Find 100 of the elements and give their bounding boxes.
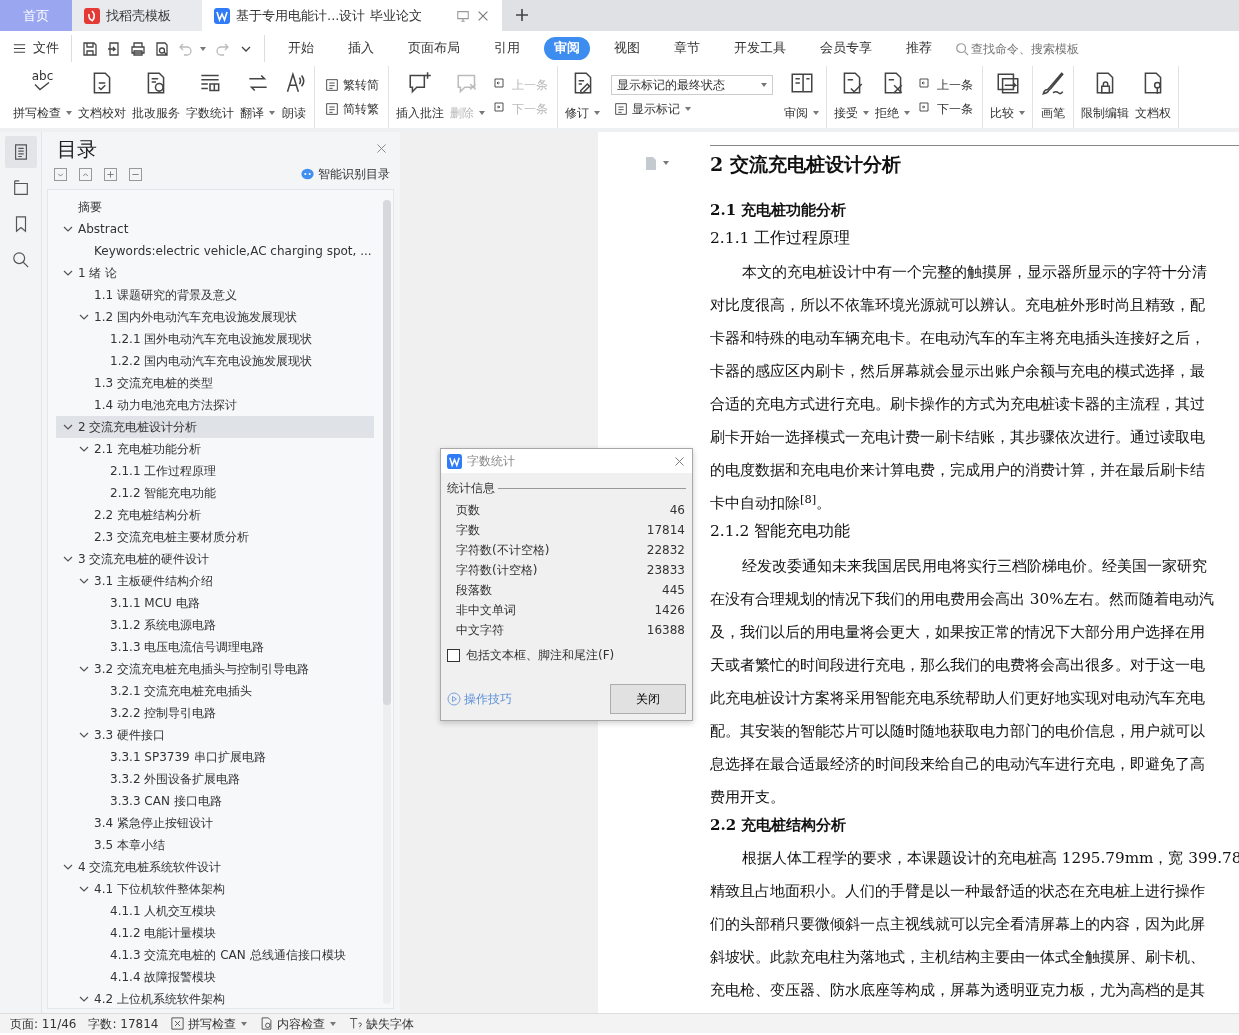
ribbon-button[interactable]: abc 拼写检查 [10,66,75,128]
outline-item[interactable]: 1 绪 论 [56,262,374,284]
file-menu-button[interactable]: 文件 [12,39,59,58]
ribbon-button[interactable]: 比较 [987,66,1028,128]
ribbon-button[interactable]: 朗读 [278,66,310,128]
outline-item[interactable]: 3.4 紧急停止按钮设计 [56,812,374,834]
outline-item[interactable]: 3.5 本章小结 [56,834,374,856]
ribbon-button[interactable]: 修订 [562,66,603,128]
collapse-button[interactable] [79,167,92,181]
outline-item[interactable]: 4.2 上位机系统软件架构 [56,988,374,1008]
ribbon-button[interactable]: 翻译 [237,66,278,128]
new-tab-plus-icon[interactable] [514,7,530,23]
outline-item[interactable]: 4 交流充电桩系统软件设计 [56,856,374,878]
print-preview-icon[interactable] [154,40,170,57]
outline-item[interactable]: 3.3 硬件接口 [56,724,374,746]
outline-item[interactable]: Keywords:electric vehicle,AC charging spot, ... [56,240,374,262]
outline-item[interactable]: 2.2 充电桩结构分析 [56,504,374,526]
outline-item[interactable]: 2.1 充电桩功能分析 [56,438,374,460]
stat-value: 22832 [646,542,685,559]
outline-item[interactable]: 摘要 [56,196,374,218]
ribbon-button[interactable]: 拒绝 [872,66,913,128]
outline-item[interactable]: 3 交流充电桩的硬件设计 [56,548,374,570]
document-arrow-icon[interactable] [106,40,122,57]
ribbon-small-button[interactable]: 简转繁 [322,99,381,119]
outline-item[interactable]: Abstract [56,218,374,240]
outline-item[interactable]: 4.1.4 故障报警模块 [56,966,374,988]
browser-tab[interactable]: 基于专用电能计...设计 毕业论文 [202,0,502,31]
scrollbar-thumb[interactable] [383,200,391,705]
outline-item[interactable]: 2.1.1 工作过程原理 [56,460,374,482]
plus-button[interactable] [104,167,117,181]
ribbon-tab[interactable]: 插入 [338,37,384,60]
ribbon-tab[interactable]: 页面布局 [398,37,470,60]
close-icon [673,454,686,468]
outline-item[interactable]: 3.1.2 系统电源电路 [56,614,374,636]
outline-item[interactable]: 3.1 主板硬件结构介绍 [56,570,374,592]
status-button[interactable]: 拼写检查 [170,1014,248,1033]
ribbon-small-button[interactable]: 繁转简 [322,75,381,95]
document-search-icon [259,1016,275,1031]
expand-button[interactable] [54,167,67,181]
outline-item[interactable]: 1.2.2 国内电动汽车充电设施发展现状 [56,350,374,372]
ribbon-button[interactable]: 审阅 [781,66,822,128]
ribbon-small-button[interactable]: 上一条 [916,75,975,95]
outline-item[interactable]: 1.4 动力电池充电方法探讨 [56,394,374,416]
outline-item[interactable]: 3.1.1 MCU 电路 [56,592,374,614]
ribbon-button[interactable]: 字数统计 [183,66,237,128]
outline-item[interactable]: 1.3 交流充电桩的类型 [56,372,374,394]
outline-item[interactable]: 3.1.3 电压电流信号调理电路 [56,636,374,658]
outline-item[interactable]: 4.1.2 电能计量模块 [56,922,374,944]
outline-item[interactable]: 4.1.3 交流充电桩的 CAN 总线通信接口模块 [56,944,374,966]
status-button[interactable]: 内容检查 [259,1014,337,1033]
outline-item[interactable]: 4.1.1 人机交互模块 [56,900,374,922]
minus-button[interactable] [129,167,142,181]
heading: 2.1.1 工作过程原理 [710,228,852,249]
outline-item[interactable]: 1.2.1 国外电动汽车充电设施发展现状 [56,328,374,350]
outline-item[interactable]: 1.2 国内外电动汽车充电设施发展现状 [56,306,374,328]
side-panel-button[interactable] [4,136,37,168]
outline-item[interactable]: 2.3 交流充电桩主要材质分析 [56,526,374,548]
stat-value: 17814 [646,522,685,539]
outline-item[interactable]: 3.3.3 CAN 接口电路 [56,790,374,812]
show-markup-button[interactable]: 显示标记 [611,99,773,119]
outline-item[interactable]: 4.1 下位机软件整体架构 [56,878,374,900]
ribbon-button[interactable]: 画笔 [1037,66,1069,128]
ribbon-tab[interactable]: 引用 [484,37,530,60]
ribbon-button[interactable]: 限制编辑 [1078,66,1132,128]
save-icon[interactable] [82,40,98,57]
outline-item[interactable]: 3.2.2 控制导引电路 [56,702,374,724]
ribbon-button[interactable]: 文档校对 [75,66,129,128]
outline-item[interactable]: 3.3.1 SP3739 串口扩展电路 [56,746,374,768]
outline-item[interactable]: 3.3.2 外围设备扩展电路 [56,768,374,790]
ribbon-tab[interactable]: 开发工具 [724,37,796,60]
outline-item[interactable]: 2 交流充电桩设计分析 [56,416,374,438]
browser-tab[interactable]: 找稻壳模板 [72,0,202,31]
close-icon[interactable] [375,142,388,155]
ribbon-button[interactable]: 文档权 [1132,66,1174,128]
paragraph-line: 费用开支。 [710,786,786,808]
status-button[interactable]: 缺失字体 [348,1014,415,1033]
ribbon-tab[interactable]: 会员专享 [810,37,882,60]
ribbon-button[interactable]: 接受 [831,66,872,128]
print-icon[interactable] [130,40,146,57]
outline-item[interactable]: 3.2.1 交流充电桩充电插头 [56,680,374,702]
ribbon-tab[interactable]: 视图 [604,37,650,60]
close-button[interactable]: 关闭 [610,684,686,714]
plus-icon [105,168,116,180]
ribbon-tab[interactable]: 开始 [278,37,324,60]
outline-item[interactable]: 1.1 课题研究的背景及意义 [56,284,374,306]
smart-toc-button[interactable]: 智能识别目录 [300,165,390,183]
document-app-logo-icon [214,7,230,24]
ribbon-tab[interactable]: 推荐 [896,37,942,60]
stat-label: 字数 [456,522,480,539]
close-button[interactable] [673,454,686,468]
ribbon-tab[interactable]: 章节 [664,37,710,60]
outline-item[interactable]: 3.2 交流充电桩充电插头与控制引导电路 [56,658,374,680]
dropdown-caret-icon [685,107,691,111]
markup-dropdown[interactable]: 显示标记的最终状态 [611,75,773,95]
ribbon-button[interactable]: 批改服务 [129,66,183,128]
outline-item[interactable]: 2.1.2 智能充电功能 [56,482,374,504]
checkbox[interactable] [447,648,460,662]
ribbon-button[interactable]: 插入批注 [393,66,447,128]
ribbon-small-button[interactable]: 下一条 [916,99,975,119]
search-field[interactable]: 查找命令、搜索模板 [955,38,1109,59]
